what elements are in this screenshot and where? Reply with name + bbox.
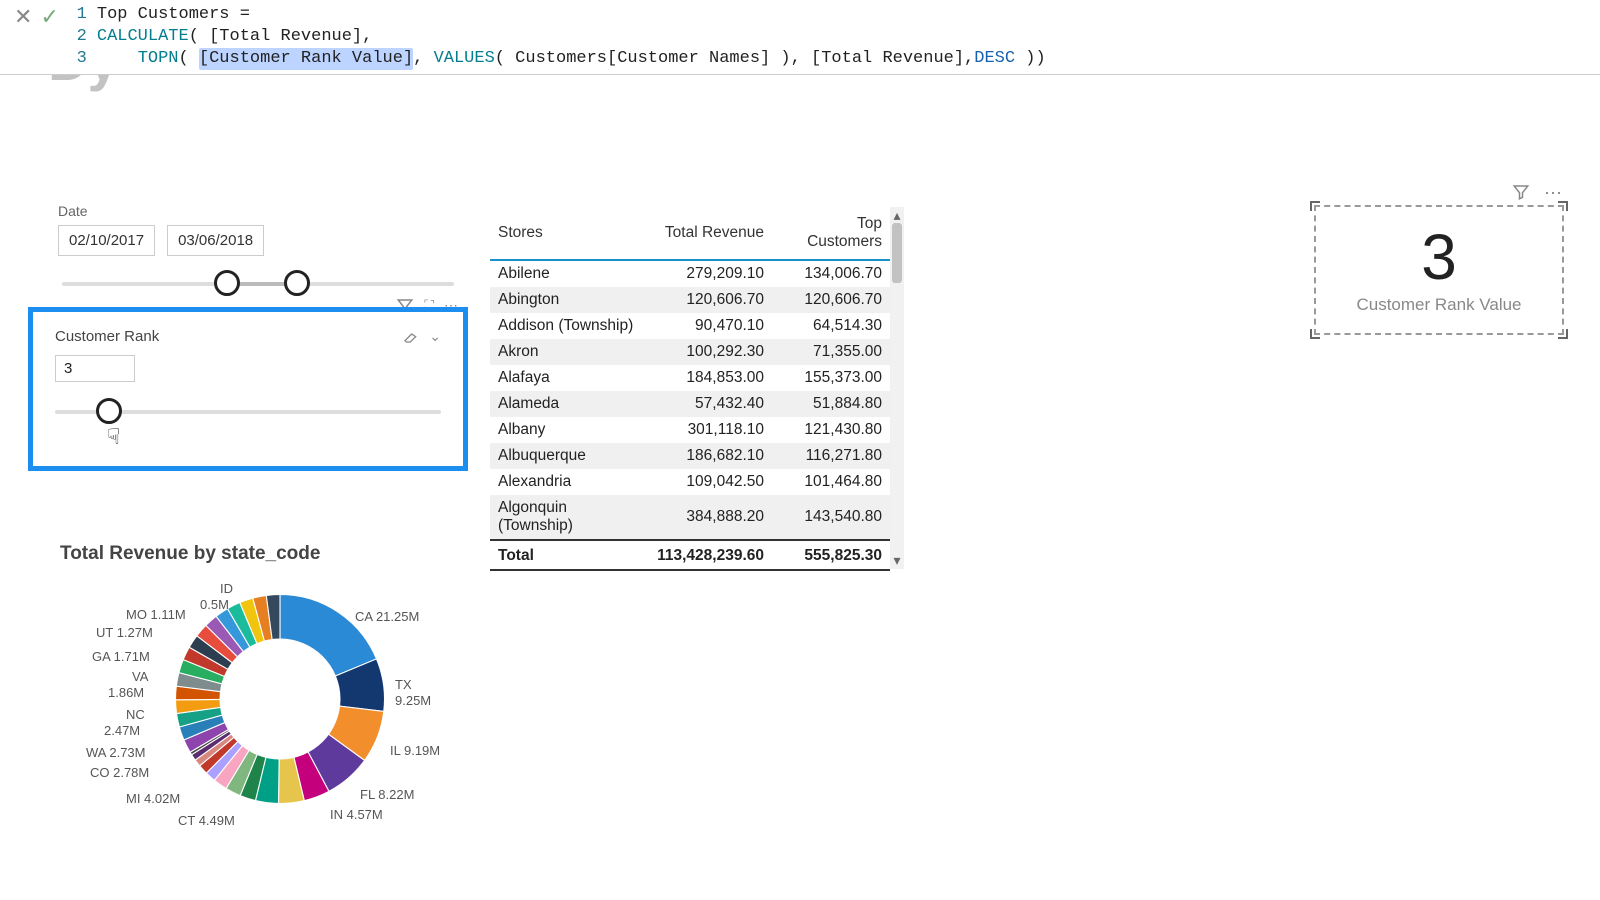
commit-formula-icon[interactable]: ✓ xyxy=(40,4,58,30)
customer-rank-card[interactable]: 3 Customer Rank Value xyxy=(1314,205,1564,335)
slider-handle-right[interactable] xyxy=(284,270,310,296)
visual-header: ⋯ xyxy=(1512,183,1562,204)
rank-slider[interactable]: ☟ xyxy=(55,400,441,430)
lbl-tx2: 9.25M xyxy=(395,693,431,709)
lbl-ca: CA 21.25M xyxy=(355,609,419,625)
scroll-up-icon[interactable]: ▴ xyxy=(893,207,900,224)
formula-editor[interactable]: 1Top Customers = 2CALCULATE( [Total Reve… xyxy=(69,4,1046,70)
donut-title: Total Revenue by state_code xyxy=(60,543,480,565)
col-top-customers[interactable]: Top Customers xyxy=(772,207,890,260)
formula-bar[interactable]: ✕ ✓ 1Top Customers = 2CALCULATE( [Total … xyxy=(0,0,1600,75)
lbl-wa: WA 2.73M xyxy=(86,745,145,761)
col-stores[interactable]: Stores xyxy=(490,207,649,260)
date-slicer[interactable]: Date 02/10/2017 03/06/2018 ⛶ ⋯ xyxy=(58,203,458,300)
date-slicer-title: Date xyxy=(58,203,458,219)
table-scrollbar[interactable]: ▴ ▾ xyxy=(890,207,904,569)
table-row[interactable]: Alameda57,432.4051,884.80 xyxy=(490,391,890,417)
stores-table[interactable]: Stores Total Revenue Top Customers Abile… xyxy=(490,207,890,571)
date-range-slider[interactable] xyxy=(62,270,454,300)
lbl-in: IN 4.57M xyxy=(330,807,383,823)
lbl-fl: FL 8.22M xyxy=(360,787,414,803)
table-row[interactable]: Addison (Township)90,470.1064,514.30 xyxy=(490,313,890,339)
card-value: 3 xyxy=(1421,225,1457,289)
card-label: Customer Rank Value xyxy=(1356,295,1521,315)
lbl-mo: MO 1.11M xyxy=(126,607,186,623)
col-total-revenue[interactable]: Total Revenue xyxy=(649,207,772,260)
lbl-tx: TX xyxy=(395,677,412,693)
scroll-down-icon[interactable]: ▾ xyxy=(893,552,900,569)
chevron-down-icon[interactable]: ⌄ xyxy=(429,328,441,345)
lbl-il: IL 9.19M xyxy=(390,743,440,759)
table-row[interactable]: Alafaya184,853.00155,373.00 xyxy=(490,365,890,391)
scrollbar-thumb[interactable] xyxy=(892,223,902,283)
table-row[interactable]: Akron100,292.3071,355.00 xyxy=(490,339,890,365)
slider-handle-left[interactable] xyxy=(214,270,240,296)
table-row[interactable]: Algonquin (Township)384,888.20143,540.80 xyxy=(490,495,890,540)
table-row[interactable]: Albuquerque186,682.10116,271.80 xyxy=(490,443,890,469)
customer-rank-slicer[interactable]: Customer Rank ⌄ 3 ☟ xyxy=(28,307,468,471)
lbl-nc2: 2.47M xyxy=(104,723,140,739)
lbl-ga: GA 1.71M xyxy=(92,649,150,665)
donut-chart[interactable]: Total Revenue by state_code CA 21.25M TX… xyxy=(60,543,480,859)
date-to-input[interactable]: 03/06/2018 xyxy=(167,225,264,256)
eraser-icon[interactable] xyxy=(403,328,419,344)
date-from-input[interactable]: 02/10/2017 xyxy=(58,225,155,256)
rank-slider-handle[interactable] xyxy=(96,398,122,424)
total-top-customers: 555,825.30 xyxy=(772,540,890,569)
cancel-formula-icon[interactable]: ✕ xyxy=(14,4,32,30)
table-row[interactable]: Alexandria109,042.50101,464.80 xyxy=(490,469,890,495)
total-revenue: 113,428,239.60 xyxy=(649,540,772,569)
cursor-hand-icon: ☟ xyxy=(107,424,120,450)
lbl-id: ID xyxy=(220,581,233,597)
rank-slicer-title: Customer Rank xyxy=(55,328,159,345)
total-label: Total xyxy=(490,540,649,569)
rank-value-input[interactable]: 3 xyxy=(55,355,135,382)
table-row[interactable]: Abilene279,209.10134,006.70 xyxy=(490,260,890,287)
lbl-ut: UT 1.27M xyxy=(96,625,153,641)
lbl-va2: 1.86M xyxy=(108,685,144,701)
filter-icon[interactable] xyxy=(1512,183,1530,201)
lbl-ct: CT 4.49M xyxy=(178,813,235,829)
lbl-co: CO 2.78M xyxy=(90,765,149,781)
table-row[interactable]: Abington120,606.70120,606.70 xyxy=(490,287,890,313)
lbl-mi: MI 4.02M xyxy=(126,791,180,807)
lbl-nc: NC xyxy=(126,707,145,723)
lbl-id2: 0.5M xyxy=(200,597,229,613)
table-row[interactable]: Albany301,118.10121,430.80 xyxy=(490,417,890,443)
lbl-va: VA xyxy=(132,669,148,685)
